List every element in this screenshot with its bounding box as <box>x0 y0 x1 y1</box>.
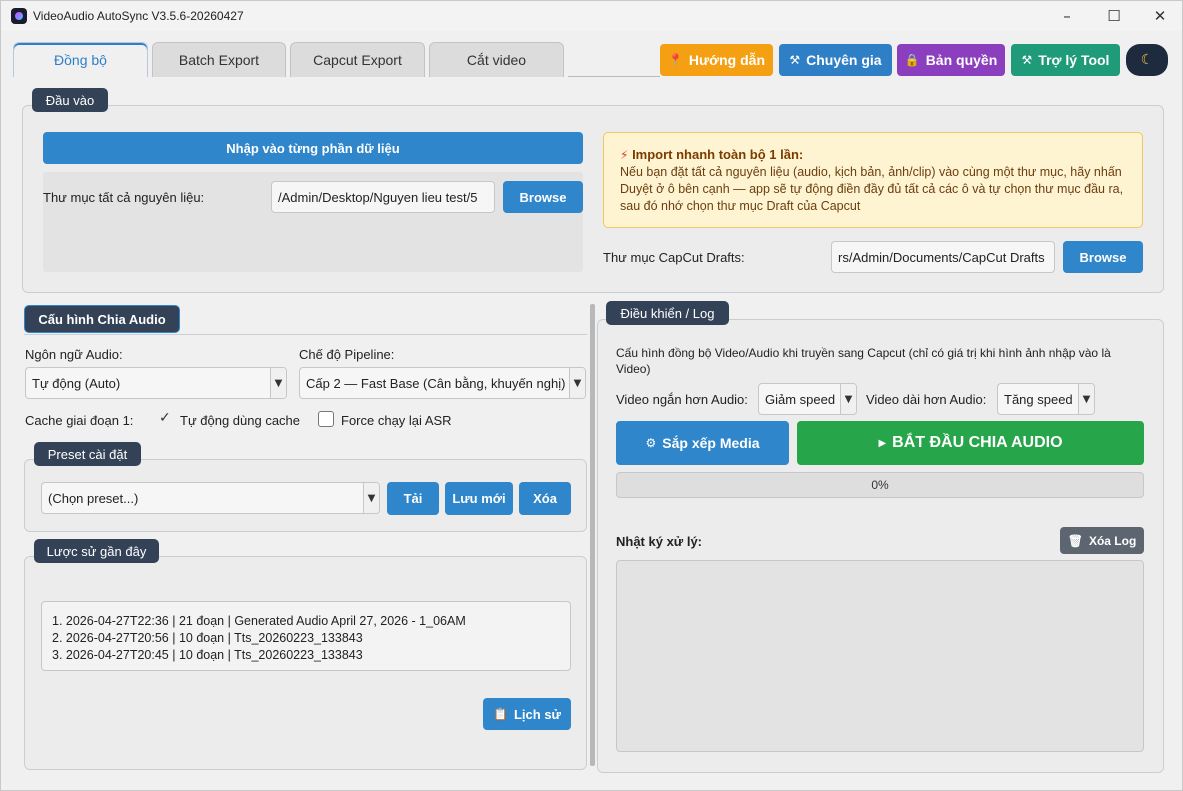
notice-title: Import nhanh toàn bộ 1 lần: <box>632 147 804 162</box>
app-logo-icon <box>11 8 27 24</box>
preset-load-button[interactable]: Tải <box>387 482 439 515</box>
sort-media-label: Sắp xếp Media <box>662 435 760 451</box>
gear-icon: ⚙ <box>645 436 657 450</box>
checkmark-icon[interactable]: ✓ <box>159 410 171 426</box>
pipeline-label: Chế độ Pipeline: <box>299 347 395 362</box>
preset-value: (Chọn preset...) <box>48 490 139 506</box>
drafts-label: Thư mục CapCut Drafts: <box>603 250 745 265</box>
force-asr-label[interactable]: Force chạy lại ASR <box>341 413 452 428</box>
start-split-button[interactable]: ▶ BẮT ĐẦU CHIA AUDIO <box>797 421 1144 465</box>
force-asr-checkbox[interactable] <box>318 411 334 427</box>
close-icon[interactable]: ✕ <box>1137 1 1183 31</box>
chevron-down-icon: ▼ <box>840 384 856 414</box>
theme-toggle-button[interactable]: ☾ <box>1126 44 1168 76</box>
chevron-down-icon: ▼ <box>1078 384 1094 414</box>
expert-label: Chuyên gia <box>806 52 882 68</box>
drafts-browse-button[interactable]: Browse <box>1063 241 1143 273</box>
history-button-label: Lịch sử <box>513 706 561 722</box>
quick-import-notice: ⚡ Import nhanh toàn bộ 1 lần: Nếu bạn đặ… <box>603 132 1143 228</box>
cache-label: Cache giai đoạn 1: <box>25 413 134 428</box>
longer-label: Video dài hơn Audio: <box>866 392 987 407</box>
sort-media-button[interactable]: ⚙ Sắp xếp Media <box>616 421 789 465</box>
history-item[interactable]: 2. 2026-04-27T20:56 | 10 đoạn | Tts_2026… <box>52 630 560 647</box>
tab-cat-video[interactable]: Cắt video <box>429 42 564 77</box>
history-button[interactable]: 📋 Lịch sử <box>483 698 571 730</box>
clear-log-button[interactable]: 🗑 Xóa Log <box>1060 527 1144 554</box>
longer-value: Tăng speed <box>1004 391 1073 407</box>
pipeline-value: Cấp 2 — Fast Base (Cân bằng, khuyến nghị… <box>306 375 566 391</box>
audio-config-divider <box>24 334 587 335</box>
import-parts-button[interactable]: Nhập vào từng phần dữ liệu <box>43 132 583 164</box>
input-group-legend: Đầu vào <box>32 88 108 112</box>
tools-icon: ⚒ <box>1021 53 1033 67</box>
trash-icon: 🗑 <box>1067 533 1083 548</box>
tools-icon: ⚒ <box>789 53 801 67</box>
expert-button[interactable]: ⚒ Chuyên gia <box>779 44 892 76</box>
license-button[interactable]: 🔒 Bản quyền <box>897 44 1005 76</box>
start-split-label: BẮT ĐẦU CHIA AUDIO <box>892 434 1063 451</box>
lock-icon: 🔒 <box>904 53 920 67</box>
source-browse-button[interactable]: Browse <box>503 181 583 213</box>
audio-config-legend: Cấu hình Chia Audio <box>24 305 180 333</box>
app-window: VideoAudio AutoSync V3.5.6-20260427 – ☐ … <box>0 0 1183 791</box>
log-textarea[interactable] <box>616 560 1144 752</box>
assistant-label: Trợ lý Tool <box>1038 52 1110 68</box>
tab-capcut-export[interactable]: Capcut Export <box>290 42 425 77</box>
preset-save-button[interactable]: Lưu mới <box>445 482 513 515</box>
source-folder-input[interactable]: /Admin/Desktop/Nguyen lieu test/5 <box>271 181 495 213</box>
shorter-label: Video ngắn hơn Audio: <box>616 392 748 407</box>
log-label: Nhật ký xử lý: <box>616 534 702 549</box>
window-title: VideoAudio AutoSync V3.5.6-20260427 <box>33 9 244 23</box>
guide-button[interactable]: 📍 Hướng dẫn <box>660 44 773 76</box>
tab-dong-bo[interactable]: Đồng bộ <box>13 42 148 77</box>
lightning-icon: ⚡ <box>620 148 629 162</box>
control-legend: Điều khiển / Log <box>606 301 729 325</box>
language-select[interactable]: Tự động (Auto) ▼ <box>25 367 287 399</box>
drafts-folder-input[interactable]: rs/Admin/Documents/CapCut Drafts <box>831 241 1055 273</box>
progress-bar: 0% <box>616 472 1144 498</box>
panel-splitter[interactable] <box>590 304 595 766</box>
tab-underline <box>568 76 660 77</box>
progress-text: 0% <box>871 478 889 492</box>
clipboard-icon: 📋 <box>493 707 508 721</box>
maximize-icon[interactable]: ☐ <box>1091 1 1137 31</box>
preset-legend: Preset cài đặt <box>34 442 141 466</box>
sync-note: Cấu hình đồng bộ Video/Audio khi truyền … <box>616 346 1111 376</box>
chevron-down-icon: ▼ <box>569 368 585 398</box>
tab-batch-export[interactable]: Batch Export <box>152 42 286 77</box>
preset-delete-button[interactable]: Xóa <box>519 482 571 515</box>
source-folder-label: Thư mục tất cả nguyên liệu: <box>43 190 205 205</box>
assistant-button[interactable]: ⚒ Trợ lý Tool <box>1011 44 1120 76</box>
shorter-select[interactable]: Giảm speed ▼ <box>758 383 857 415</box>
notice-body: Nếu bạn đặt tất cả nguyên liệu (audio, k… <box>620 165 1124 213</box>
history-item[interactable]: 3. 2026-04-27T20:45 | 10 đoạn | Tts_2026… <box>52 647 560 664</box>
play-icon: ▶ <box>878 437 887 449</box>
language-label: Ngôn ngữ Audio: <box>25 347 123 362</box>
preset-select[interactable]: (Chọn preset...) ▼ <box>41 482 380 514</box>
history-legend: Lược sử gần đây <box>34 539 159 563</box>
moon-icon: ☾ <box>1140 52 1154 68</box>
license-label: Bản quyền <box>925 52 998 68</box>
pipeline-select[interactable]: Cấp 2 — Fast Base (Cân bằng, khuyến nghị… <box>299 367 586 399</box>
longer-select[interactable]: Tăng speed ▼ <box>997 383 1095 415</box>
title-bar: VideoAudio AutoSync V3.5.6-20260427 – ☐ … <box>1 1 1182 31</box>
history-item[interactable]: 1. 2026-04-27T22:36 | 21 đoạn | Generate… <box>52 613 560 630</box>
clear-log-label: Xóa Log <box>1088 533 1137 548</box>
pin-icon: 📍 <box>667 53 683 67</box>
language-value: Tự động (Auto) <box>32 375 121 391</box>
shorter-value: Giảm speed <box>765 391 836 407</box>
auto-cache-label[interactable]: Tự động dùng cache <box>180 413 300 428</box>
guide-label: Hướng dẫn <box>688 52 766 68</box>
chevron-down-icon: ▼ <box>363 483 379 513</box>
chevron-down-icon: ▼ <box>270 368 286 398</box>
minimize-icon[interactable]: – <box>1044 1 1090 31</box>
history-list[interactable]: 1. 2026-04-27T22:36 | 21 đoạn | Generate… <box>41 601 571 671</box>
